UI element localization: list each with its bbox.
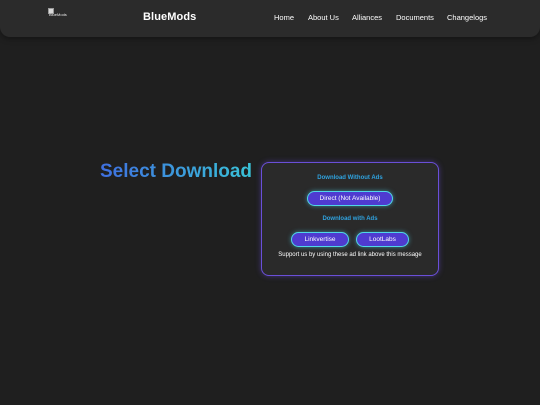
nav-links: Home About Us Alliances Documents Change… (0, 13, 540, 25)
nav-about-us[interactable]: About Us (308, 13, 339, 22)
nav-home[interactable]: Home (274, 13, 294, 22)
nav-alliances[interactable]: Alliances (352, 13, 382, 22)
with-ads-heading: Download with Ads (322, 216, 378, 222)
direct-download-button[interactable]: Direct (Not Available) (307, 191, 393, 206)
nav-changelogs[interactable]: Changelogs (447, 13, 487, 22)
lootlabs-button[interactable]: LootLabs (356, 232, 409, 247)
top-navbar: BlueMods BlueMods Home About Us Alliance… (0, 0, 540, 37)
page-title: Select Download (100, 161, 252, 183)
no-ads-heading: Download Without Ads (317, 175, 383, 181)
linkvertise-button[interactable]: Linkvertise (291, 232, 349, 247)
nav-documents[interactable]: Documents (396, 13, 434, 22)
download-card: Download Without Ads Direct (Not Availab… (261, 162, 439, 276)
page-title-text: Select Download (100, 161, 253, 182)
support-note: Support us by using these ad link above … (278, 252, 422, 258)
